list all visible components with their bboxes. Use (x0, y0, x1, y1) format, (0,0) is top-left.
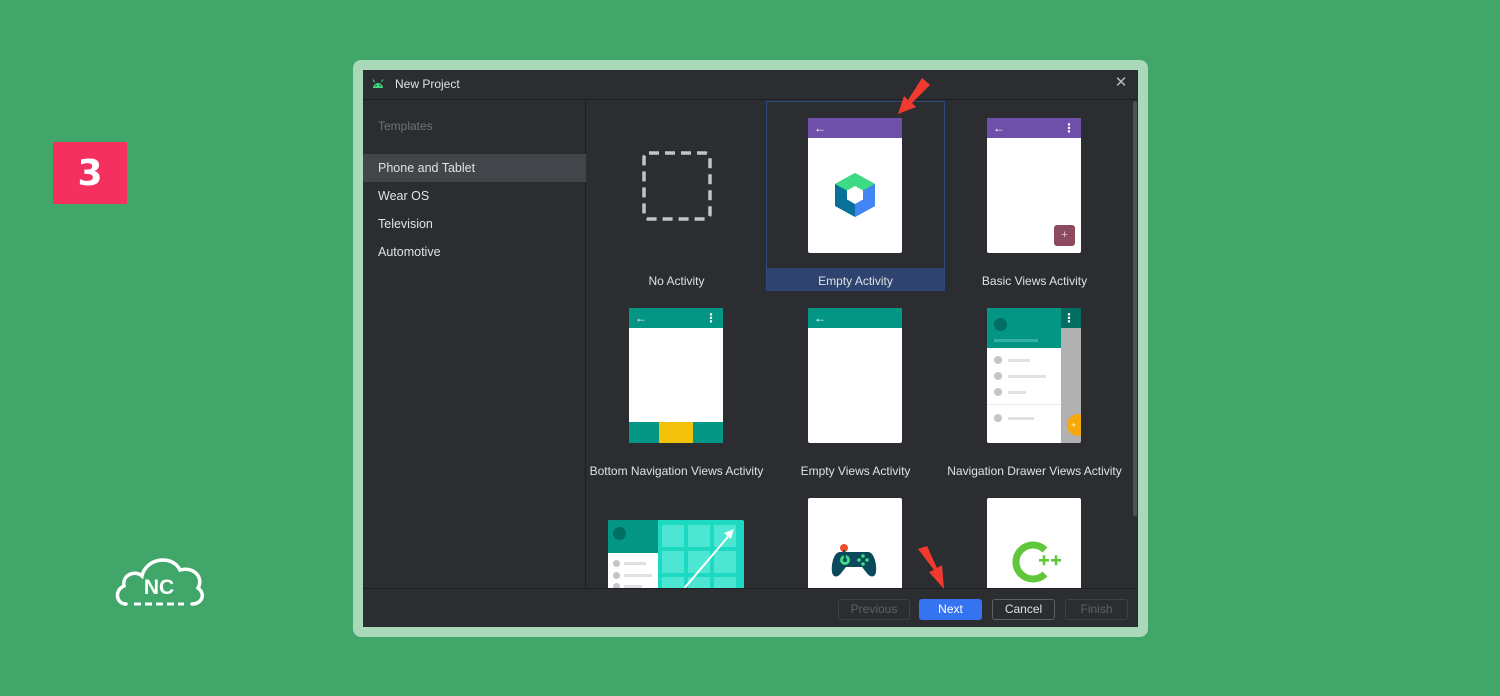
step-number-badge: 3 (53, 142, 127, 204)
game-controller-icon (831, 544, 877, 577)
sidebar-item-television[interactable]: Television (363, 210, 586, 238)
fab-icon: + (1067, 414, 1081, 436)
next-button[interactable]: Next (919, 599, 982, 620)
scrollbar-thumb[interactable] (1133, 101, 1137, 516)
jetpack-compose-icon (835, 173, 875, 217)
templates-sidebar: Templates Phone and Tablet Wear OS Telev… (363, 101, 586, 588)
avatar (994, 318, 1007, 331)
fab-add-icon: + (1054, 225, 1075, 246)
phone-preview: ← (808, 118, 902, 253)
cpp-icon (1012, 541, 1061, 583)
back-arrow-icon: ← (814, 121, 826, 135)
back-arrow-icon: ← (814, 311, 826, 325)
overflow-menu-icon: ⋮ (705, 311, 717, 325)
sidebar-item-phone-and-tablet[interactable]: Phone and Tablet (363, 154, 586, 182)
templates-heading: Templates (378, 119, 433, 133)
annotation-arrow-icon (918, 546, 944, 589)
template-label: Navigation Drawer Views Activity (947, 464, 1122, 478)
phone-preview (808, 498, 902, 588)
template-basic-views-activity[interactable]: ← ⋮ + Basic Views Activity (945, 101, 1124, 291)
bottom-nav-selected-item (659, 422, 693, 443)
template-bottom-navigation-views-activity[interactable]: ← ⋮ Bottom Navigation Views Activity (587, 291, 766, 481)
template-label: Empty Activity (818, 274, 893, 288)
overflow-menu-icon: ⋮ (1063, 311, 1075, 325)
template-label: Empty Views Activity (800, 464, 911, 478)
template-native-cpp[interactable] (945, 481, 1124, 588)
overflow-menu-icon: ⋮ (1063, 121, 1075, 135)
nc-cloud-logo: NC (115, 558, 204, 606)
app-bar: ← ⋮ (629, 308, 723, 328)
template-label: No Activity (648, 274, 705, 288)
template-label: Basic Views Activity (981, 274, 1088, 288)
sidebar-item-automotive[interactable]: Automotive (363, 238, 586, 266)
navigation-drawer (987, 308, 1061, 443)
sidebar-item-wear-os[interactable]: Wear OS (363, 182, 586, 210)
back-arrow-icon: ← (635, 311, 647, 325)
template-navigation-drawer-views-activity[interactable]: ⋮ + Navigation Drawer Views Activity (945, 291, 1124, 481)
bottom-navigation-bar (629, 422, 723, 443)
title-bar: New Project ✕ (363, 70, 1138, 100)
android-icon (372, 79, 384, 88)
drawer-header (987, 308, 1061, 348)
app-bar: ← ⋮ (987, 118, 1081, 138)
back-arrow-icon: ← (993, 121, 1005, 135)
phone-preview: ← ⋮ (629, 308, 723, 443)
template-empty-views-activity[interactable]: ← Empty Views Activity (766, 291, 945, 481)
new-project-dialog: New Project ✕ Templates Phone and Tablet… (363, 70, 1138, 627)
logo-text: NC (144, 576, 174, 599)
app-bar: ← (808, 118, 902, 138)
phone-preview (987, 498, 1081, 588)
phone-preview: ⋮ + (987, 308, 1081, 443)
template-no-activity[interactable]: No Activity (587, 101, 766, 291)
app-bar: ← (808, 308, 902, 328)
finish-button[interactable]: Finish (1065, 599, 1128, 620)
dashed-placeholder-icon (642, 151, 712, 221)
tablet-preview (608, 520, 744, 588)
grid-layout-icon (660, 523, 738, 588)
template-responsive-views-activity[interactable] (587, 481, 766, 588)
dialog-footer: Previous Next Cancel Finish (363, 588, 1138, 627)
annotation-arrow-icon (898, 78, 930, 114)
close-icon[interactable]: ✕ (1114, 75, 1128, 91)
previous-button[interactable]: Previous (838, 599, 910, 620)
dialog-title: New Project (395, 77, 460, 91)
phone-preview: ← (808, 308, 902, 443)
template-grid: No Activity ← Empty Activity ← ⋮ + Basic… (587, 101, 1132, 588)
template-empty-activity[interactable]: ← Empty Activity (766, 101, 945, 291)
template-label: Bottom Navigation Views Activity (589, 464, 764, 478)
grid-scrollbar[interactable] (1132, 101, 1138, 588)
cancel-button[interactable]: Cancel (992, 599, 1055, 620)
phone-preview: ← ⋮ + (987, 118, 1081, 253)
